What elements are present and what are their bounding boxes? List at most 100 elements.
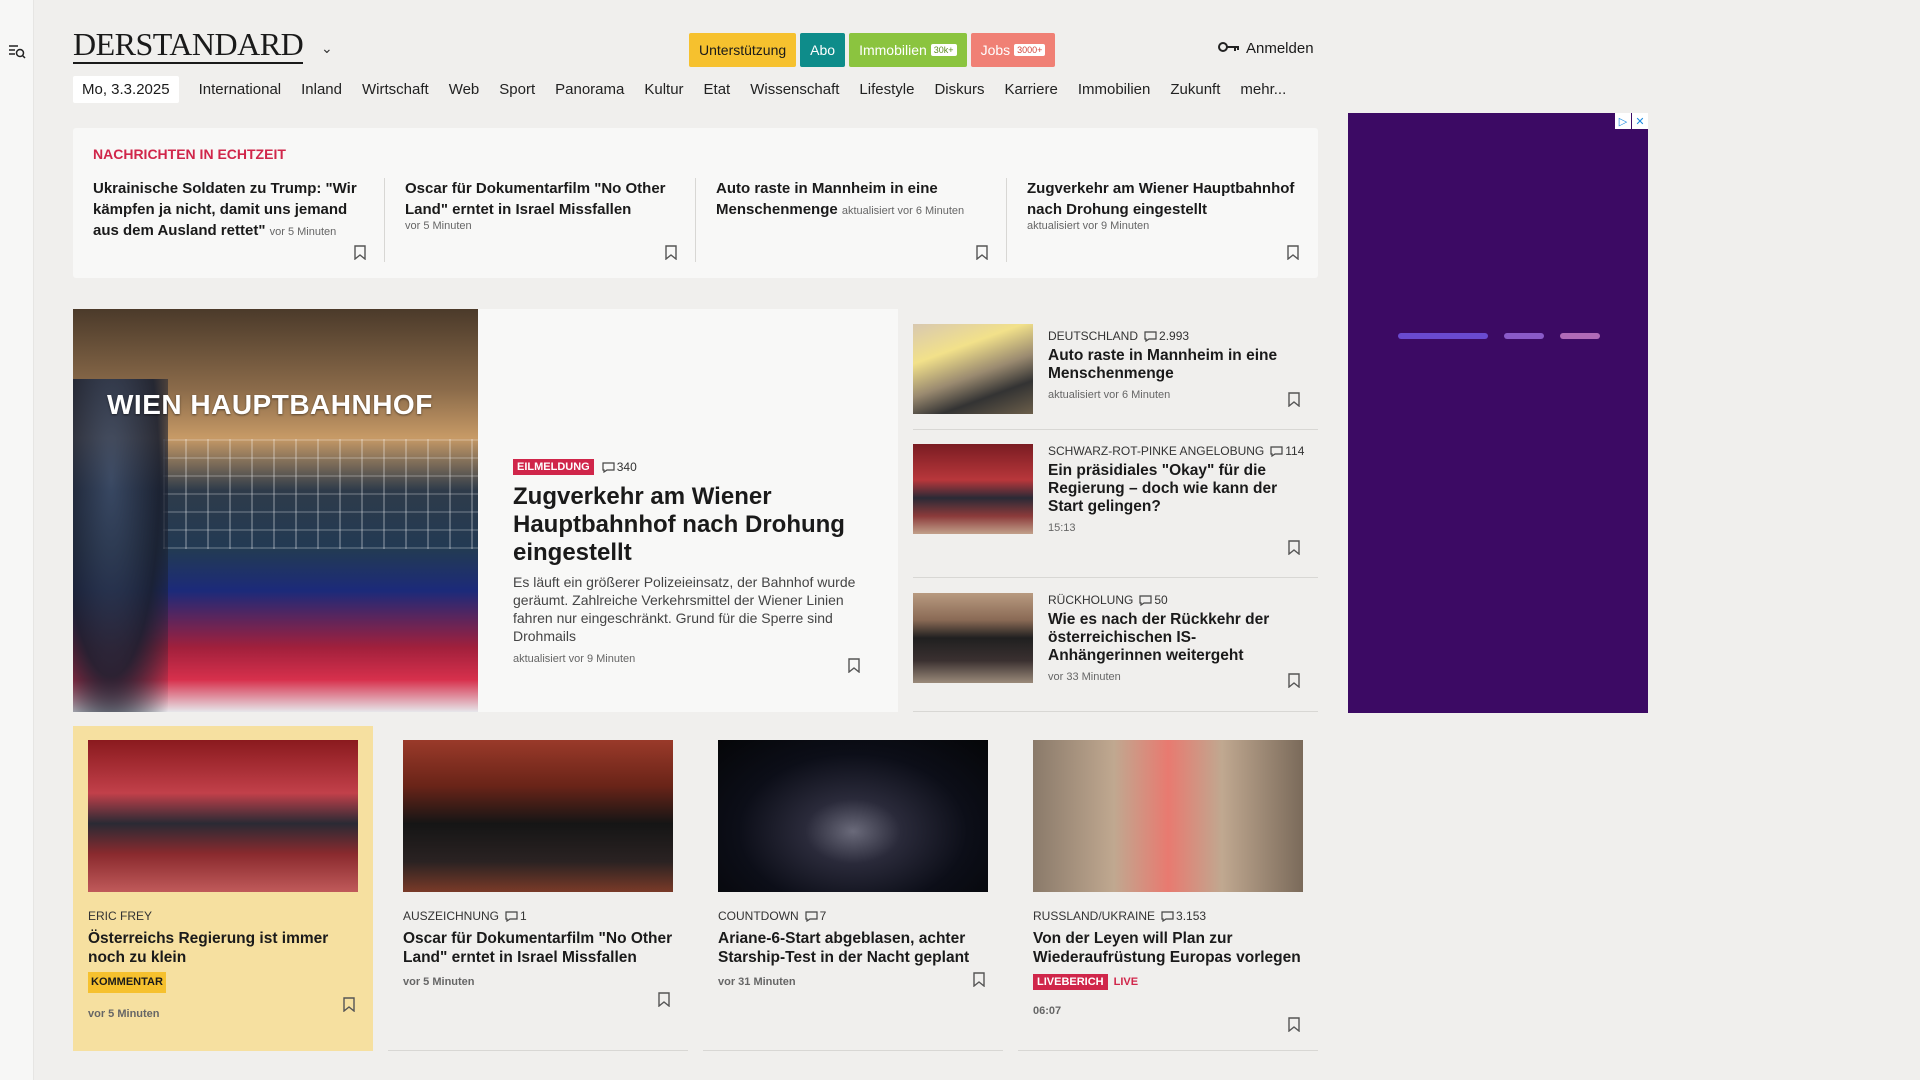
immobilien-button[interactable]: Immobilien 30k+ [849,33,967,67]
bookmark-icon[interactable] [1288,392,1300,407]
hero-headline[interactable]: Zugverkehr am Wiener Hauptbahnhof nach D… [513,483,873,567]
side-story[interactable]: Deutschland 2.993 Auto raste in Mannheim … [913,309,1318,430]
comment-count[interactable]: 3.153 [1161,909,1206,923]
immobilien-label: Immobilien [859,42,927,58]
hero-text: Eilmeldung 340 Zugverkehr am Wiener Haup… [513,459,873,665]
menu-search-icon[interactable] [8,42,28,62]
bookmark-icon[interactable] [1288,673,1300,688]
comment-count-value: 2.993 [1159,329,1190,343]
bookmark-icon[interactable] [354,245,366,260]
comment-label: Kommentar [88,972,166,993]
comment-count[interactable]: 340 [602,460,637,474]
nav-item-kultur[interactable]: Kultur [634,81,693,98]
card-headline[interactable]: Ariane-6-Start abgeblasen, achter Starsh… [718,929,988,967]
breaking-badge: Eilmeldung [513,459,594,475]
story-card[interactable]: Countdown 7 Ariane-6-Start abgeblasen, ac… [703,726,1003,1051]
bookmark-icon[interactable] [1288,1017,1300,1032]
hero-image-sign: WIEN HAUPTBAHNHOF [107,389,433,420]
card-kicker-text: Countdown [718,909,799,923]
abo-label: Abo [810,42,836,58]
comment-icon [505,910,518,922]
side-time: 15:13 [1048,522,1076,534]
ticker-item[interactable]: Ukrainische Soldaten zu Trump: "Wir kämp… [73,178,384,262]
login-button[interactable]: Anmelden [1218,40,1314,57]
story-card[interactable]: Russland/Ukraine 3.153 Von der Leyen will… [1018,726,1318,1051]
ticker-headline: Auto raste in Mannheim in eine Menschenm… [716,178,986,222]
side-story-image[interactable] [913,324,1033,414]
comment-count[interactable]: 1 [505,909,527,923]
bookmark-icon[interactable] [848,658,860,673]
comment-count[interactable]: 2.993 [1144,329,1189,343]
ticker-headline: Oscar für Dokumentarfilm "No Other Land"… [405,178,675,220]
ticker-item[interactable]: Auto raste in Mannheim in eine Menschenm… [695,178,1006,262]
close-icon[interactable]: ✕ [1632,113,1648,129]
site-logo[interactable]: DERSTANDARD [73,28,304,64]
story-card-image[interactable] [88,740,358,892]
chevron-down-icon[interactable]: ⌄ [321,40,333,57]
comment-icon [1161,910,1174,922]
side-headline[interactable]: Auto raste in Mannheim in eine Menschenm… [1048,347,1308,383]
comment-count[interactable]: 7 [805,909,826,923]
abo-button[interactable]: Abo [800,33,846,67]
bookmark-icon[interactable] [658,992,670,1007]
ticker-time: aktualisiert vor 6 Minuten [841,205,965,217]
comment-count-value: 50 [1154,593,1168,607]
divider [1018,1050,1318,1051]
nav-item-web[interactable]: Web [439,81,490,98]
nav-item-sport[interactable]: Sport [489,81,545,98]
bookmark-icon[interactable] [343,997,355,1012]
ad-graphic [1398,333,1600,339]
ticker-item[interactable]: Oscar für Dokumentarfilm "No Other Land"… [384,178,695,262]
story-card-image[interactable] [403,740,673,892]
card-headline[interactable]: Oscar für Dokumentarfilm "No Other Land"… [403,929,673,967]
hero-image[interactable]: WIEN HAUPTBAHNHOF [73,309,478,712]
nav-item-karriere[interactable]: Karriere [994,81,1067,98]
side-stories: Deutschland 2.993 Auto raste in Mannheim … [913,309,1318,712]
nav-item-lifestyle[interactable]: Lifestyle [849,81,924,98]
side-headline[interactable]: Wie es nach der Rückkehr der österreichi… [1048,611,1308,665]
story-card-image[interactable] [718,740,988,892]
bookmark-icon[interactable] [1288,540,1300,555]
card-headline[interactable]: Von der Leyen will Plan zur Wiederaufrüs… [1033,929,1303,967]
bookmark-icon[interactable] [973,972,985,987]
nav-item-wirtschaft[interactable]: Wirtschaft [352,81,439,98]
bookmark-icon[interactable] [665,245,677,260]
card-kicker: Russland/Ukraine 3.153 [1033,909,1206,923]
side-story-image[interactable] [913,444,1033,534]
comment-count[interactable]: 50 [1139,593,1168,607]
comment-count[interactable]: 114 [1270,444,1304,458]
bookmark-icon[interactable] [1287,245,1299,260]
nav-item-diskurs[interactable]: Diskurs [924,81,994,98]
nav-item-international[interactable]: International [189,81,292,98]
story-card[interactable]: Eric Frey Österreichs Regierung ist imme… [73,726,373,1051]
side-headline[interactable]: Ein präsidiales "Okay" für die Regierung… [1048,462,1308,516]
jobs-label: Jobs [980,42,1011,58]
card-kicker: Auszeichnung 1 [403,909,527,923]
story-card[interactable]: Auszeichnung 1 Oscar für Dokumentarfilm "… [388,726,688,1051]
hero-story[interactable]: WIEN HAUPTBAHNHOF Eilmeldung 340 Zugverk… [73,309,898,712]
jobs-button[interactable]: Jobs 3000+ [970,33,1056,67]
nav-item-panorama[interactable]: Panorama [545,81,634,98]
nav-item-inland[interactable]: Inland [291,81,352,98]
advertisement[interactable]: ▷ ✕ [1348,113,1648,713]
side-story[interactable]: Rückholung 50 Wie es nach der Rückkehr de… [913,578,1318,712]
support-button[interactable]: Unterstützung [689,33,797,67]
ad-info-icon[interactable]: ▷ [1615,113,1631,129]
side-kicker-text: Schwarz-rot-pinke Angelobung [1048,444,1265,458]
ticker-item[interactable]: Zugverkehr am Wiener Hauptbahnhof nach D… [1006,178,1317,262]
nav-item-etat[interactable]: Etat [694,81,741,98]
bookmark-icon[interactable] [976,245,988,260]
nav-item-wissenschaft[interactable]: Wissenschaft [740,81,849,98]
side-story[interactable]: Schwarz-rot-pinke Angelobung 114 Ein präs… [913,430,1318,578]
nav-item-more[interactable]: mehr... [1230,81,1296,98]
login-label: Anmelden [1246,40,1314,57]
nav-item-zukunft[interactable]: Zukunft [1160,81,1230,98]
story-card-image[interactable] [1033,740,1303,892]
nav-item-immobilien[interactable]: Immobilien [1068,81,1161,98]
side-story-image[interactable] [913,593,1033,683]
card-headline[interactable]: Österreichs Regierung ist immer noch zu … [88,929,358,967]
card-headline-block: Ariane-6-Start abgeblasen, achter Starsh… [718,929,988,992]
comment-count-value: 3.153 [1176,909,1207,923]
support-label: Unterstützung [699,42,787,58]
card-time: vor 5 Minuten [403,976,475,988]
